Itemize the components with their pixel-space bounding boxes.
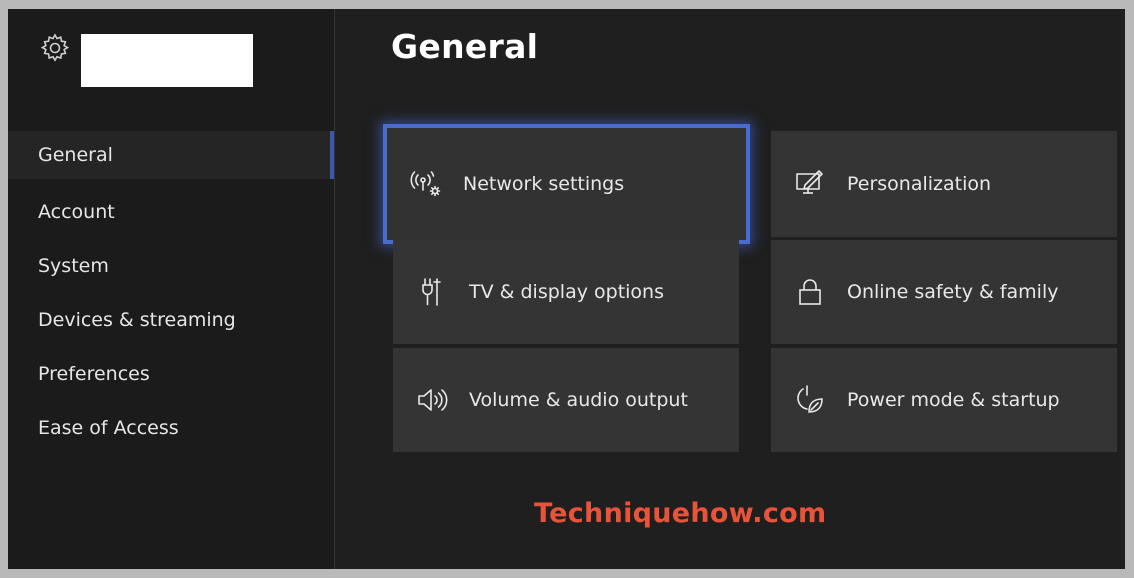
network-settings-icon: [410, 171, 441, 197]
tile-power-mode-startup[interactable]: Power mode & startup: [771, 348, 1117, 452]
sidebar-item-preferences[interactable]: Preferences: [8, 347, 334, 401]
tile-label: Network settings: [463, 173, 625, 195]
page-title: General: [391, 27, 539, 66]
power-leaf-icon: [797, 385, 823, 413]
tile-tv-display-options[interactable]: TV & display options: [393, 240, 739, 344]
speaker-icon: [418, 389, 448, 411]
lock-icon: [799, 279, 821, 305]
tile-label: TV & display options: [469, 281, 664, 303]
tile-label: Online safety & family: [847, 281, 1059, 303]
tile-network-settings[interactable]: Network settings: [383, 124, 750, 244]
watermark-text: Techniquehow.com: [534, 498, 827, 529]
tile-personalization[interactable]: Personalization: [771, 131, 1117, 237]
settings-screen: General Account System Devices & streami…: [8, 9, 1125, 569]
tile-label: Power mode & startup: [847, 389, 1060, 411]
sidebar-nav: General Account System Devices & streami…: [8, 131, 334, 455]
sidebar-item-system[interactable]: System: [8, 239, 334, 293]
tv-display-icon: [422, 278, 441, 306]
sidebar-item-ease-of-access[interactable]: Ease of Access: [8, 401, 334, 455]
sidebar-item-account[interactable]: Account: [8, 185, 334, 239]
gear-icon: [40, 33, 70, 62]
tile-volume-audio-output[interactable]: Volume & audio output: [393, 348, 739, 452]
personalization-icon: [796, 170, 823, 194]
sidebar: General Account System Devices & streami…: [8, 9, 334, 569]
sidebar-divider: [334, 9, 335, 569]
tile-online-safety-family[interactable]: Online safety & family: [771, 240, 1117, 344]
tile-label: Personalization: [847, 173, 992, 195]
sidebar-item-devices-streaming[interactable]: Devices & streaming: [8, 293, 334, 347]
sidebar-item-general[interactable]: General: [8, 131, 334, 179]
gamertag-redacted-box: [81, 34, 253, 87]
tile-label: Volume & audio output: [469, 389, 688, 411]
